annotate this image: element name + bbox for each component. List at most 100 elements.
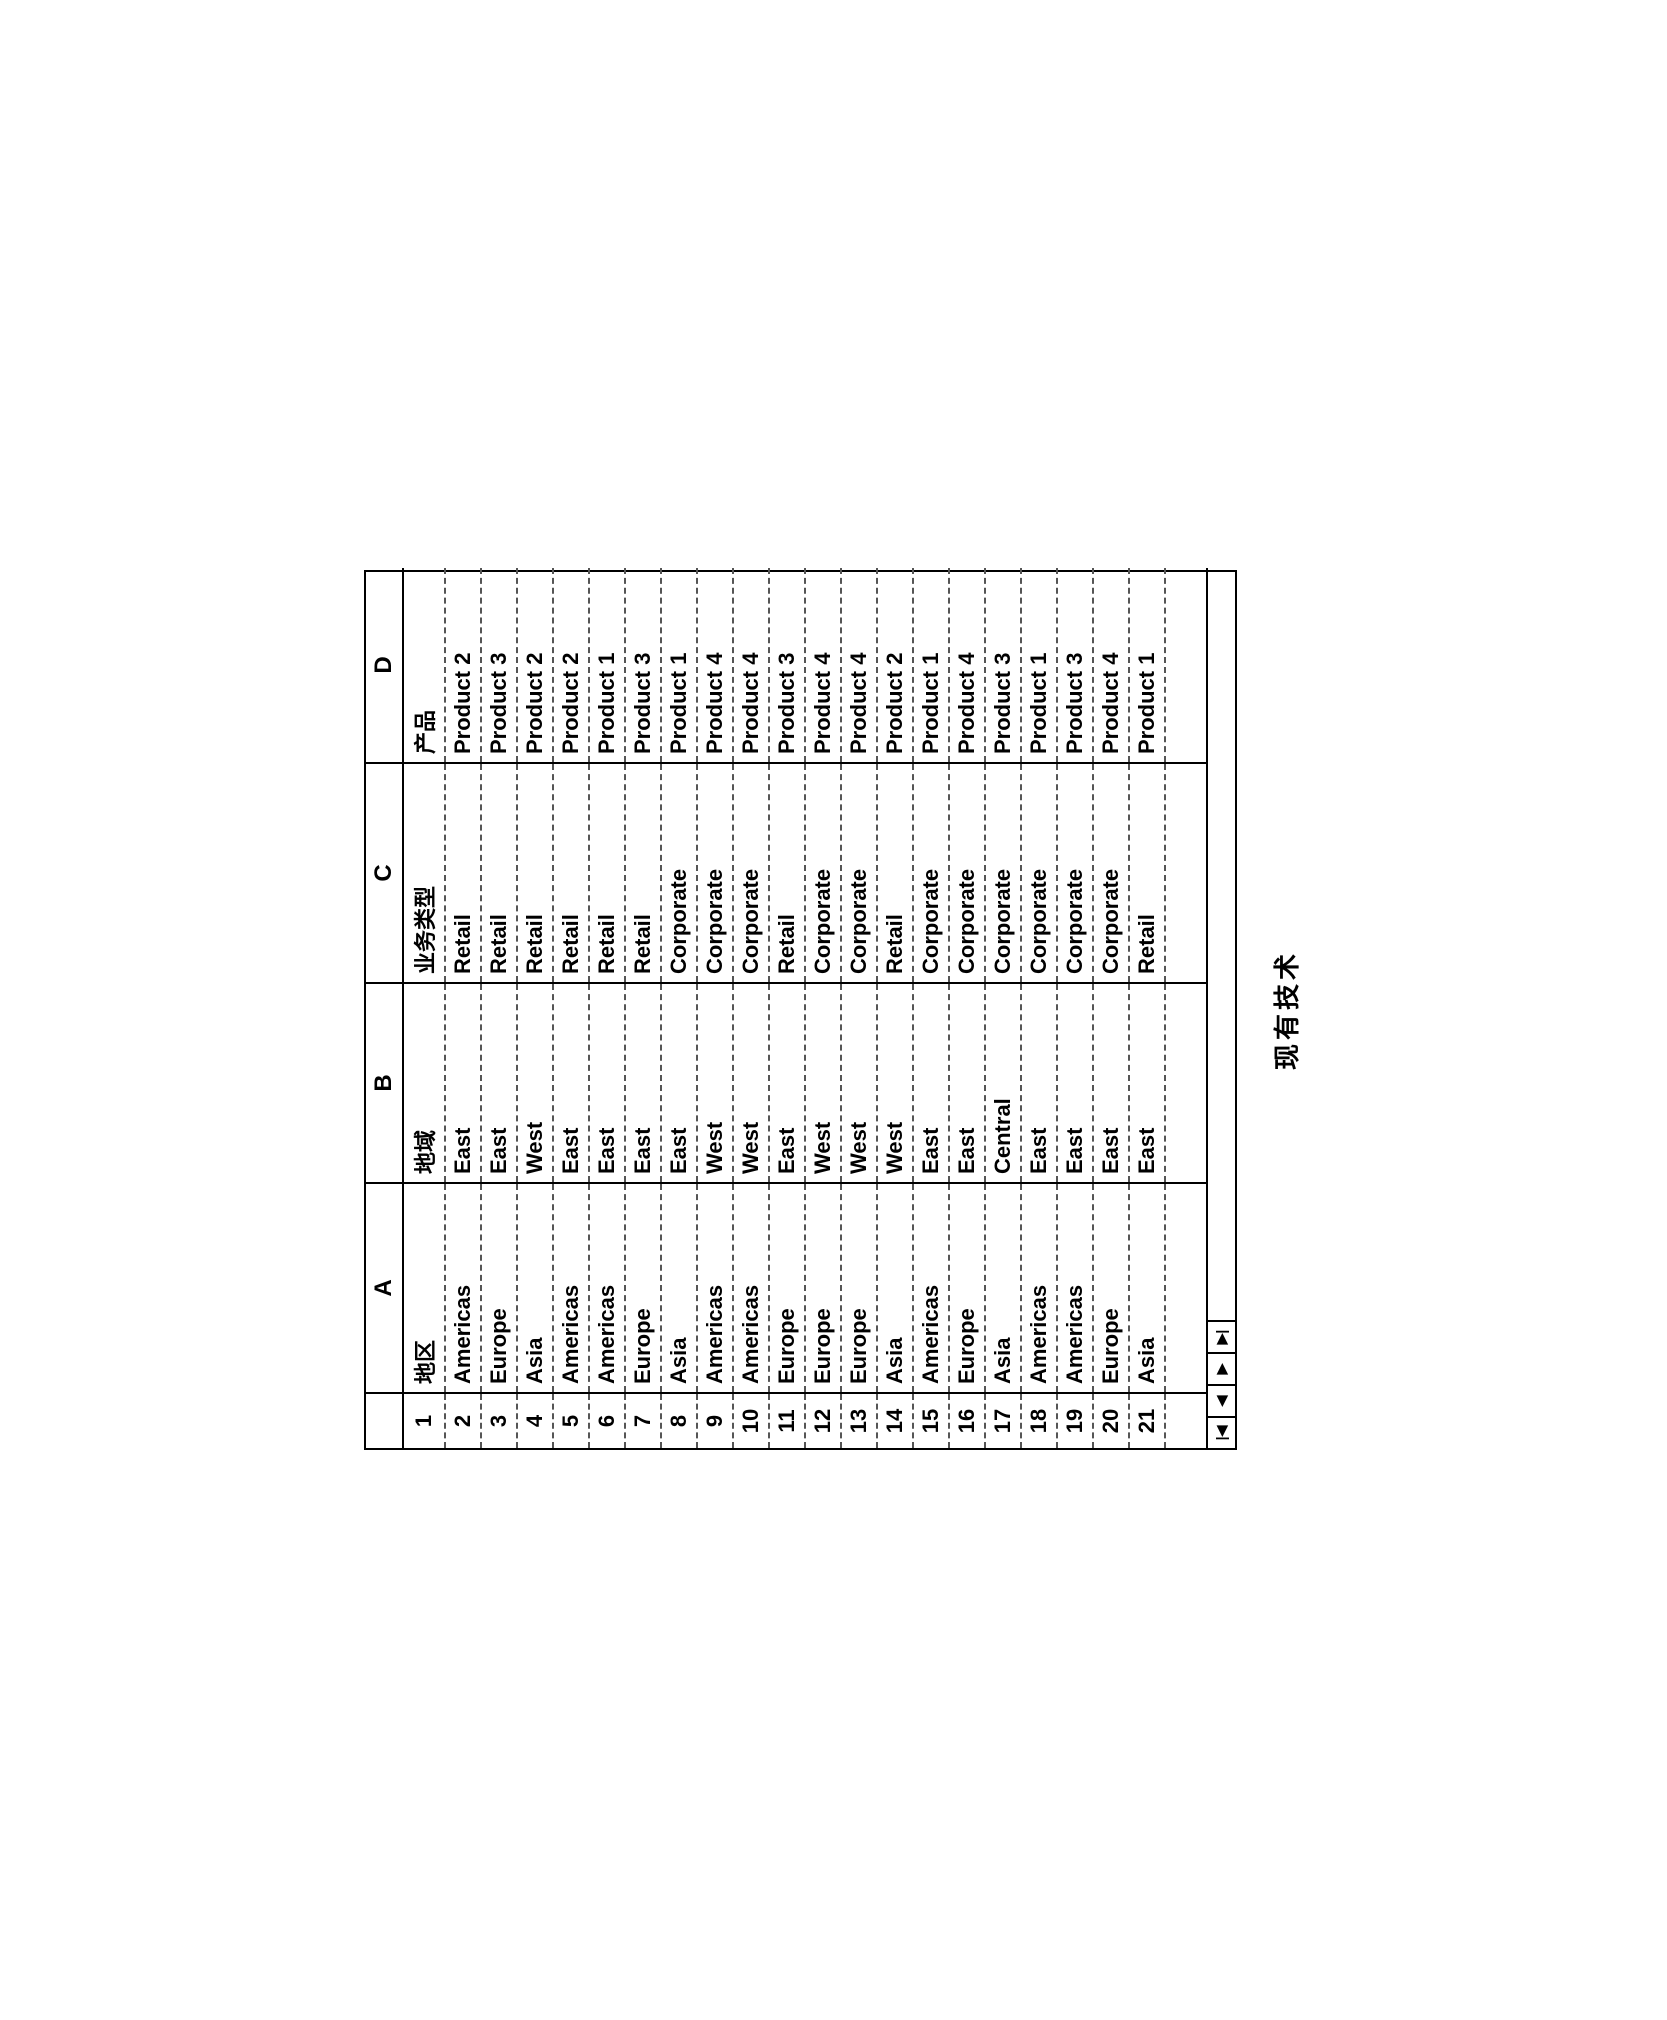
column-header-b[interactable]: B — [366, 983, 403, 1183]
row-number[interactable]: 5 — [553, 1393, 589, 1448]
cell-a[interactable]: Europe — [625, 1183, 661, 1393]
header-cell-d[interactable]: 产品 — [403, 568, 445, 763]
cell-c[interactable]: Retail — [517, 763, 553, 983]
row-number[interactable]: 21 — [1129, 1393, 1165, 1448]
nav-first-icon[interactable]: |◀ — [1208, 1416, 1235, 1448]
row-number[interactable]: 11 — [769, 1393, 805, 1448]
cell-c[interactable]: Retail — [589, 763, 625, 983]
cell-a[interactable]: Americas — [445, 1183, 481, 1393]
column-header-blank[interactable] — [366, 1393, 403, 1448]
nav-prev-icon[interactable]: ◀ — [1208, 1384, 1235, 1416]
cell-a[interactable]: Asia — [661, 1183, 697, 1393]
header-cell-b[interactable]: 地域 — [403, 983, 445, 1183]
cell-blank[interactable] — [1165, 983, 1207, 1183]
cell-a[interactable]: Asia — [985, 1183, 1021, 1393]
cell-c[interactable]: Corporate — [949, 763, 985, 983]
header-cell-a[interactable]: 地区 — [403, 1183, 445, 1393]
cell-blank[interactable] — [1165, 1183, 1207, 1393]
column-header-c[interactable]: C — [366, 763, 403, 983]
row-number[interactable]: 18 — [1021, 1393, 1057, 1448]
cell-a[interactable]: Asia — [1129, 1183, 1165, 1393]
cell-d[interactable]: Product 1 — [1021, 568, 1057, 763]
cell-c[interactable]: Corporate — [697, 763, 733, 983]
column-header-a[interactable]: A — [366, 1183, 403, 1393]
cell-c[interactable]: Retail — [625, 763, 661, 983]
row-number[interactable]: 17 — [985, 1393, 1021, 1448]
cell-a[interactable]: Americas — [589, 1183, 625, 1393]
cell-d[interactable]: Product 1 — [661, 568, 697, 763]
cell-a[interactable]: Europe — [769, 1183, 805, 1393]
cell-b[interactable]: East — [553, 983, 589, 1183]
row-number[interactable]: 14 — [877, 1393, 913, 1448]
row-number[interactable]: 16 — [949, 1393, 985, 1448]
cell-b[interactable]: East — [625, 983, 661, 1183]
cell-d[interactable]: Product 3 — [769, 568, 805, 763]
cell-b[interactable]: East — [1021, 983, 1057, 1183]
cell-a[interactable]: Europe — [481, 1183, 517, 1393]
cell-d[interactable]: Product 4 — [949, 568, 985, 763]
cell-b[interactable]: West — [697, 983, 733, 1183]
cell-a[interactable]: Asia — [517, 1183, 553, 1393]
cell-a[interactable]: Asia — [877, 1183, 913, 1393]
cell-c[interactable]: Retail — [481, 763, 517, 983]
cell-d[interactable]: Product 1 — [913, 568, 949, 763]
cell-d[interactable]: Product 2 — [553, 568, 589, 763]
cell-a[interactable]: Americas — [733, 1183, 769, 1393]
row-number[interactable]: 7 — [625, 1393, 661, 1448]
cell-d[interactable]: Product 4 — [805, 568, 841, 763]
row-number[interactable]: 6 — [589, 1393, 625, 1448]
cell-b[interactable]: East — [1093, 983, 1129, 1183]
column-header-d[interactable]: D — [366, 568, 403, 763]
cell-c[interactable]: Corporate — [1057, 763, 1093, 983]
cell-c[interactable]: Corporate — [1093, 763, 1129, 983]
cell-d[interactable]: Product 1 — [1129, 568, 1165, 763]
cell-d[interactable]: Product 3 — [481, 568, 517, 763]
cell-blank[interactable] — [1165, 763, 1207, 983]
cell-c[interactable]: Retail — [553, 763, 589, 983]
row-number[interactable]: 12 — [805, 1393, 841, 1448]
cell-b[interactable]: West — [877, 983, 913, 1183]
cell-d[interactable]: Product 3 — [1057, 568, 1093, 763]
cell-c[interactable]: Retail — [1129, 763, 1165, 983]
cell-b[interactable]: East — [445, 983, 481, 1183]
cell-b[interactable]: East — [913, 983, 949, 1183]
cell-b[interactable]: East — [589, 983, 625, 1183]
cell-d[interactable]: Product 4 — [697, 568, 733, 763]
cell-b[interactable]: West — [733, 983, 769, 1183]
cell-d[interactable]: Product 4 — [733, 568, 769, 763]
cell-b[interactable]: East — [949, 983, 985, 1183]
cell-c[interactable]: Corporate — [733, 763, 769, 983]
row-number[interactable]: 13 — [841, 1393, 877, 1448]
cell-a[interactable]: Americas — [697, 1183, 733, 1393]
cell-a[interactable]: Europe — [949, 1183, 985, 1393]
cell-c[interactable]: Corporate — [661, 763, 697, 983]
row-number[interactable]: 20 — [1093, 1393, 1129, 1448]
cell-a[interactable]: Americas — [1021, 1183, 1057, 1393]
cell-c[interactable]: Retail — [445, 763, 481, 983]
row-number[interactable]: 15 — [913, 1393, 949, 1448]
row-number[interactable]: 4 — [517, 1393, 553, 1448]
row-number[interactable]: 9 — [697, 1393, 733, 1448]
cell-b[interactable]: East — [1057, 983, 1093, 1183]
row-number-blank[interactable] — [1165, 1393, 1207, 1448]
cell-a[interactable]: Americas — [1057, 1183, 1093, 1393]
row-number[interactable]: 19 — [1057, 1393, 1093, 1448]
cell-c[interactable]: Corporate — [1021, 763, 1057, 983]
cell-d[interactable]: Product 2 — [877, 568, 913, 763]
cell-c[interactable]: Retail — [877, 763, 913, 983]
cell-b[interactable]: East — [661, 983, 697, 1183]
cell-d[interactable]: Product 1 — [589, 568, 625, 763]
cell-b[interactable]: West — [841, 983, 877, 1183]
cell-b[interactable]: Central — [985, 983, 1021, 1183]
cell-c[interactable]: Corporate — [985, 763, 1021, 983]
header-cell-c[interactable]: 业务类型 — [403, 763, 445, 983]
cell-c[interactable]: Corporate — [841, 763, 877, 983]
cell-a[interactable]: Europe — [841, 1183, 877, 1393]
cell-a[interactable]: Americas — [553, 1183, 589, 1393]
row-number[interactable]: 1 — [403, 1393, 445, 1448]
cell-c[interactable]: Corporate — [805, 763, 841, 983]
row-number[interactable]: 8 — [661, 1393, 697, 1448]
nav-last-icon[interactable]: ▶| — [1208, 1320, 1235, 1352]
cell-d[interactable]: Product 2 — [517, 568, 553, 763]
cell-blank[interactable] — [1165, 568, 1207, 763]
